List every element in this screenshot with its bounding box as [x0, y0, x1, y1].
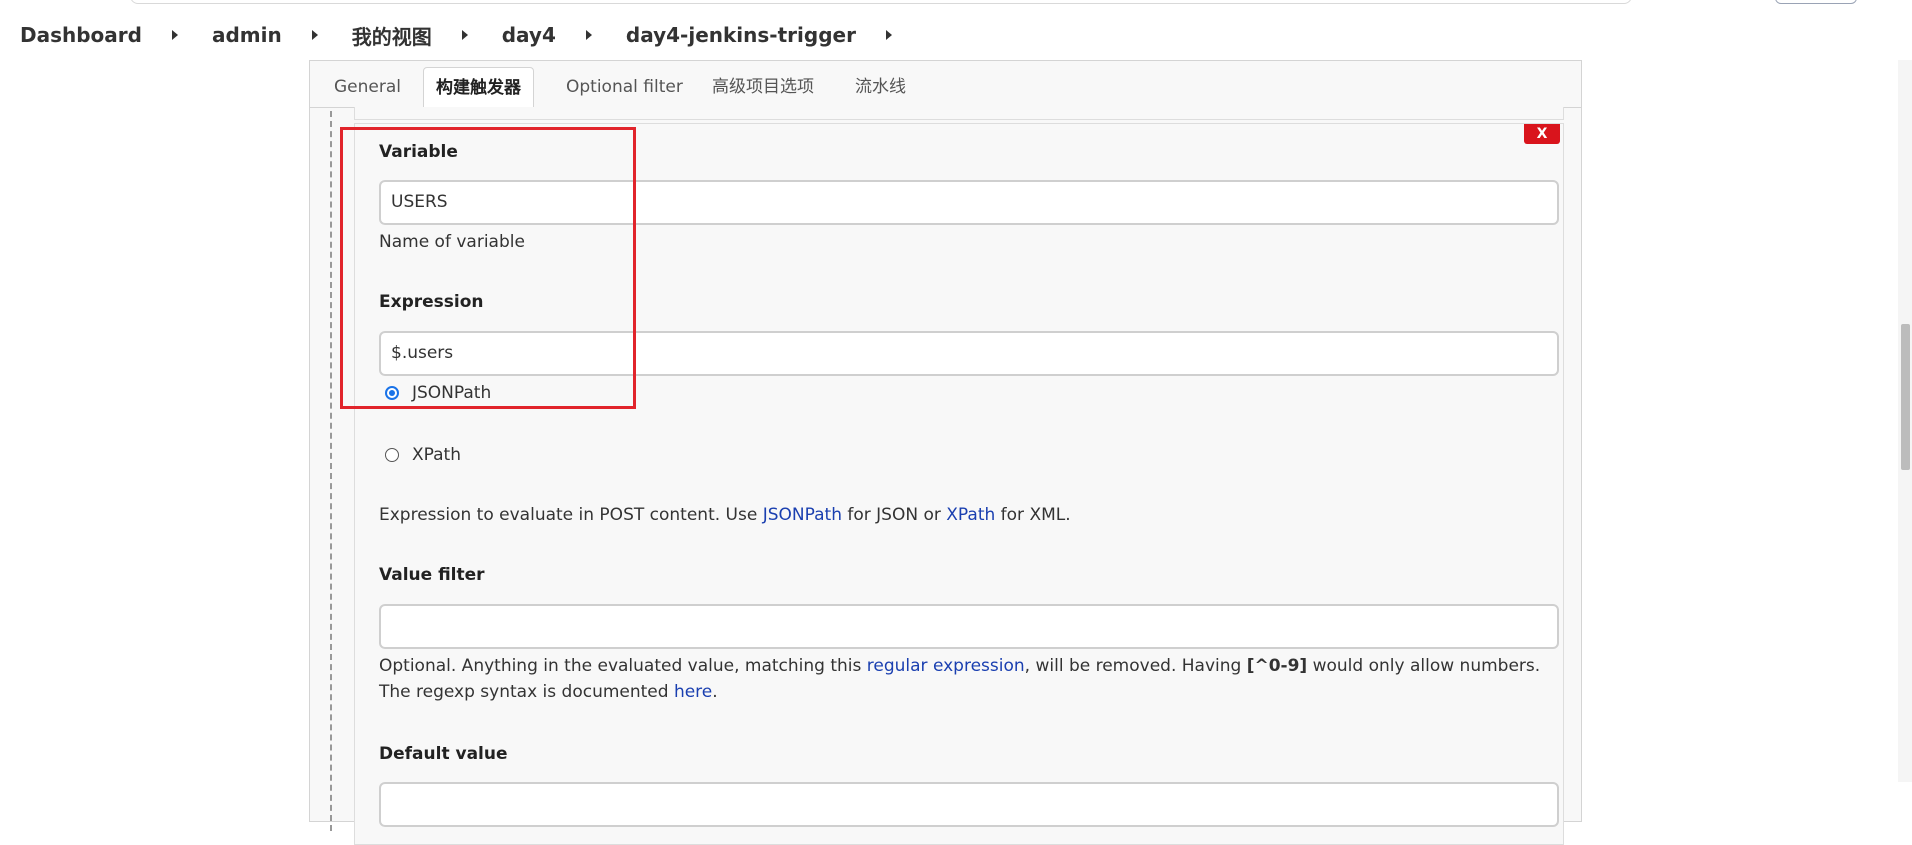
value-filter-help-text: , will be removed. Having	[1024, 656, 1247, 676]
regular-expression-link[interactable]: regular expression	[867, 656, 1025, 676]
expression-help-text: for JSON or	[841, 505, 947, 525]
expression-help-text: for XML.	[995, 505, 1071, 525]
tab-general[interactable]: General	[322, 67, 413, 107]
xpath-label: XPath	[412, 445, 461, 465]
value-filter-label: Value filter	[379, 565, 485, 585]
jsonpath-link[interactable]: JSONPath	[763, 505, 842, 525]
tab-optional-filter[interactable]: Optional filter	[554, 67, 695, 107]
config-tabs: General 构建触发器 Optional filter 高级项目选项 流水线	[310, 61, 1581, 109]
chevron-right-icon[interactable]	[311, 30, 318, 40]
xpath-radio[interactable]	[385, 448, 399, 462]
chevron-right-icon[interactable]	[585, 30, 592, 40]
breadcrumb: Dashboard admin 我的视图 day4 day4-jenkins-t…	[20, 20, 926, 50]
value-filter-help-text: Optional. Anything in the evaluated valu…	[379, 656, 867, 676]
breadcrumb-day4[interactable]: day4	[502, 23, 556, 47]
default-value-input[interactable]	[379, 782, 1559, 827]
nesting-guide-line	[330, 111, 332, 831]
header-button-edge[interactable]	[1775, 0, 1857, 4]
default-value-label: Default value	[379, 744, 508, 764]
expression-help-text: Expression to evaluate in POST content. …	[379, 505, 763, 525]
previous-section-edge	[354, 107, 1564, 120]
regex-example: [^0-9]	[1246, 656, 1308, 676]
delete-variable-button[interactable]: X	[1524, 124, 1560, 144]
xpath-option[interactable]: XPath	[385, 445, 461, 465]
value-filter-help: Optional. Anything in the evaluated valu…	[379, 653, 1559, 705]
page-scrollbar[interactable]	[1898, 60, 1912, 782]
highlight-annotation	[340, 127, 636, 409]
search-bar-edge[interactable]	[130, 0, 1632, 4]
breadcrumb-job[interactable]: day4-jenkins-trigger	[626, 23, 856, 47]
scrollbar-thumb[interactable]	[1901, 324, 1910, 470]
regex-docs-link[interactable]: here	[674, 682, 712, 702]
breadcrumb-admin[interactable]: admin	[212, 23, 282, 47]
chevron-right-icon[interactable]	[461, 30, 468, 40]
chevron-right-icon[interactable]	[885, 30, 892, 40]
tab-advanced-options[interactable]: 高级项目选项	[700, 67, 826, 107]
expression-help: Expression to evaluate in POST content. …	[379, 502, 1559, 528]
breadcrumb-dashboard[interactable]: Dashboard	[20, 23, 142, 47]
xpath-link[interactable]: XPath	[946, 505, 995, 525]
tab-pipeline[interactable]: 流水线	[843, 67, 918, 107]
value-filter-help-text: .	[712, 682, 718, 702]
breadcrumb-my-views[interactable]: 我的视图	[352, 21, 432, 50]
tab-build-triggers[interactable]: 构建触发器	[423, 67, 534, 109]
top-bar: Dashboard admin 我的视图 day4 day4-jenkins-t…	[0, 0, 1912, 60]
value-filter-input[interactable]	[379, 604, 1559, 649]
chevron-right-icon[interactable]	[171, 30, 178, 40]
